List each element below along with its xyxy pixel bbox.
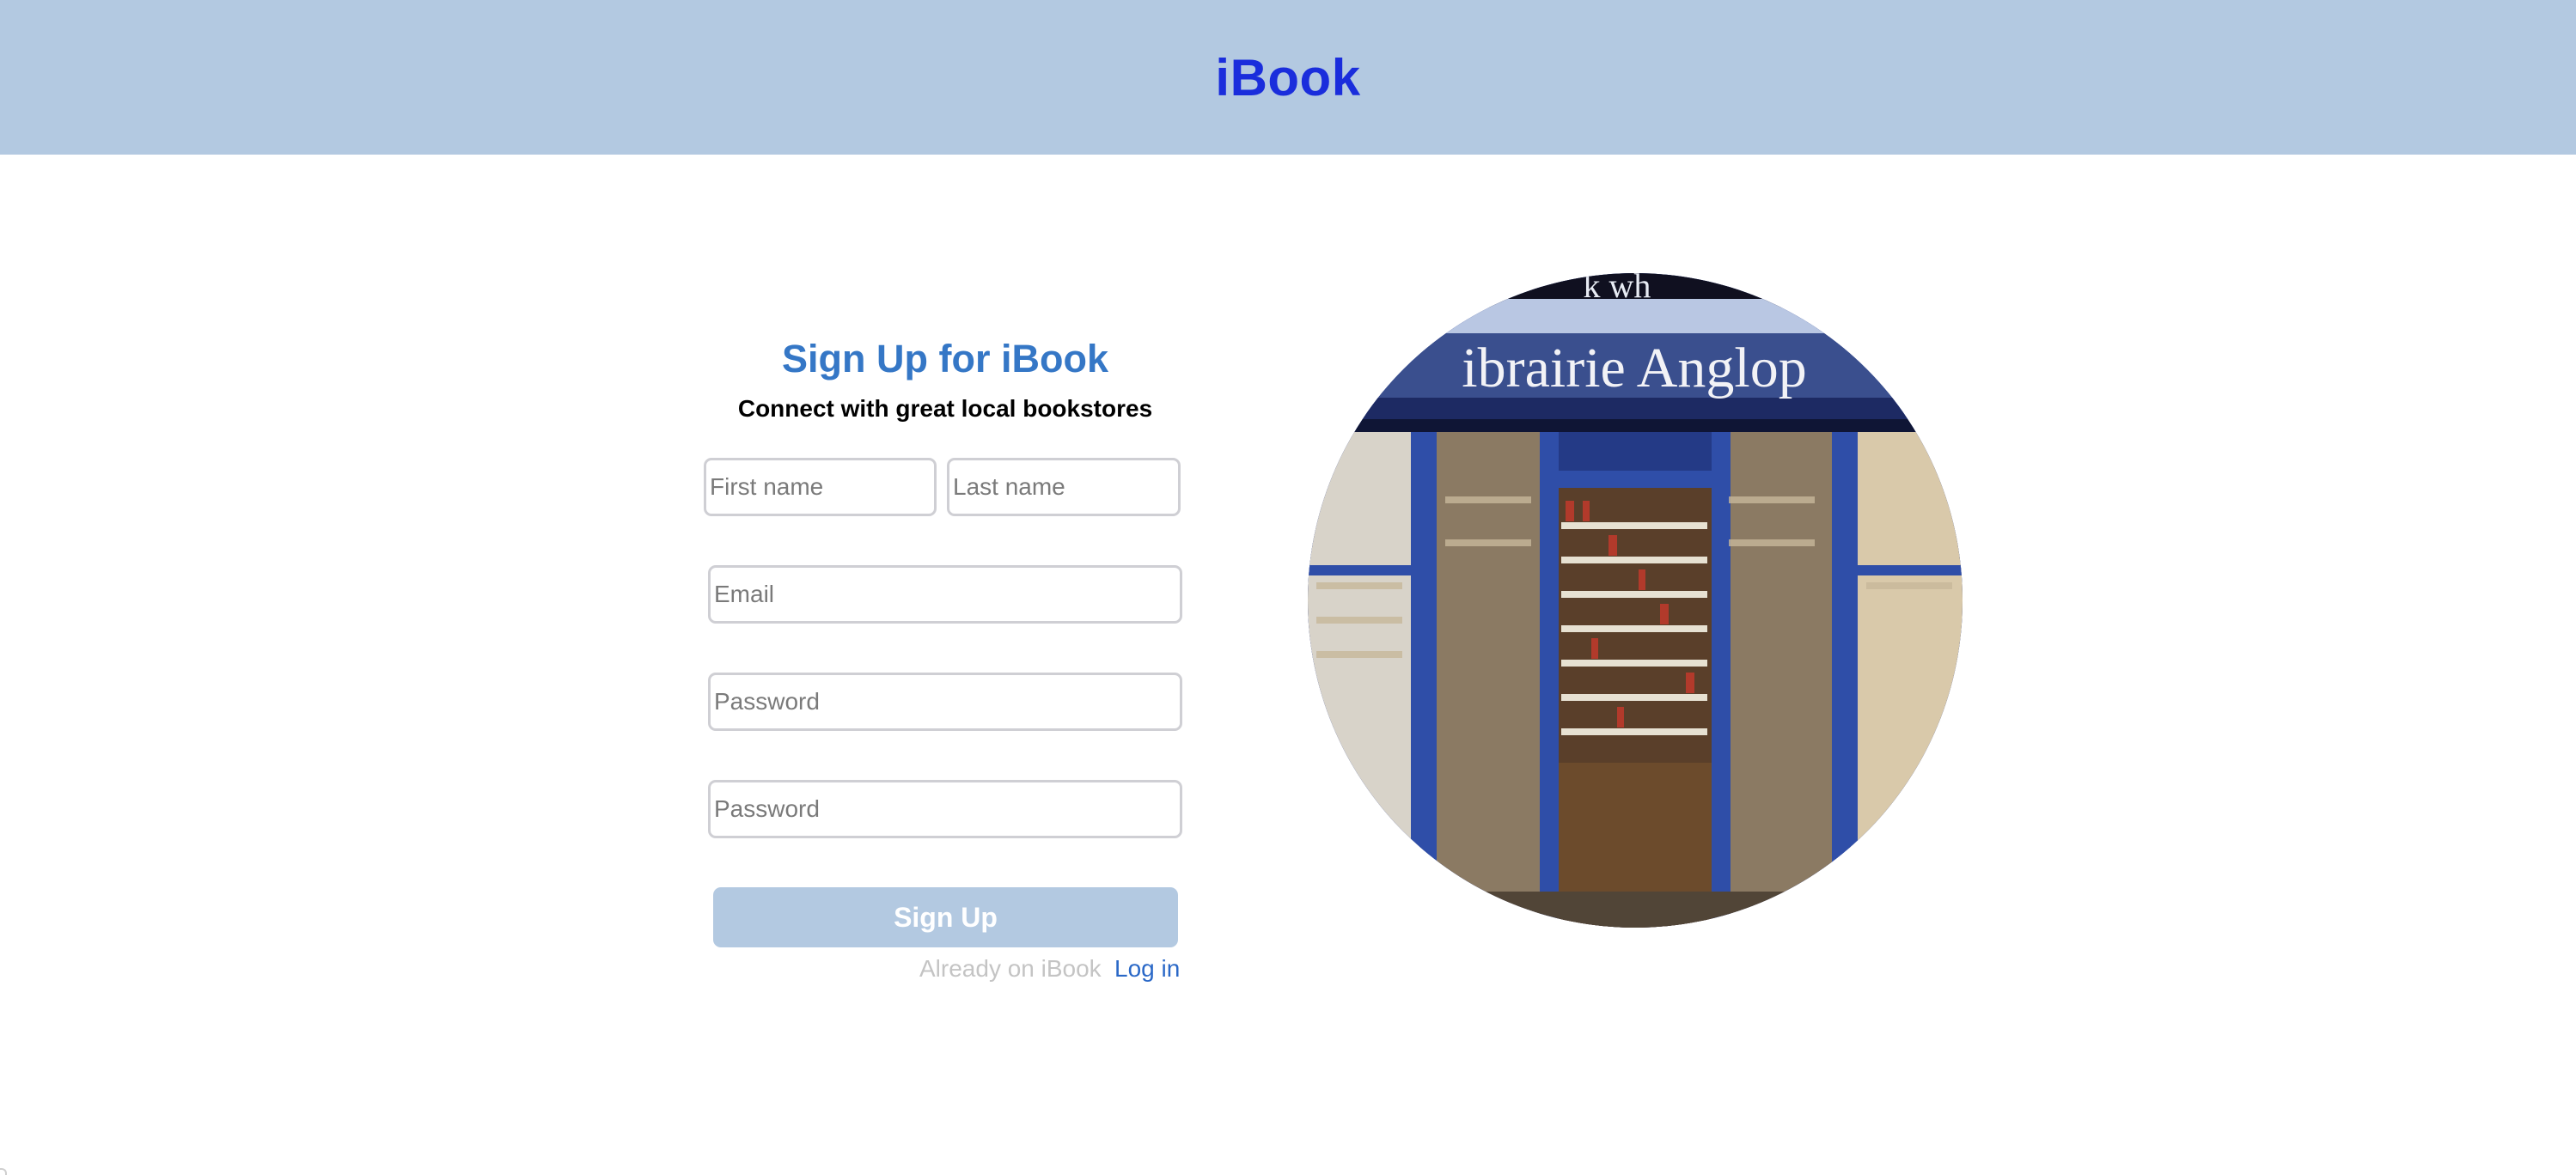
- login-link[interactable]: Log in: [1114, 955, 1180, 983]
- page-corner-mark: [0, 1168, 7, 1175]
- form-subtitle: Connect with great local bookstores: [737, 395, 1153, 422]
- already-member-text: Already on iBook: [919, 955, 1102, 982]
- brand-logo-text[interactable]: iBook: [1215, 48, 1360, 107]
- form-title: Sign Up for iBook: [782, 337, 1108, 381]
- first-name-input[interactable]: [704, 458, 937, 516]
- password-input[interactable]: [708, 673, 1182, 731]
- sign-up-button[interactable]: Sign Up: [713, 887, 1178, 947]
- bookstore-storefront-illustration: k wh ibrairie Anglop: [1308, 273, 1963, 928]
- photo-top-text: k wh: [1584, 273, 1651, 305]
- bookstore-photo: k wh ibrairie Anglop: [1308, 273, 1963, 928]
- email-input[interactable]: [708, 565, 1182, 624]
- confirm-password-input[interactable]: [708, 780, 1182, 838]
- photo-sign-text: ibrairie Anglop: [1462, 337, 1806, 399]
- last-name-input[interactable]: [947, 458, 1181, 516]
- top-header: iBook: [0, 0, 2576, 155]
